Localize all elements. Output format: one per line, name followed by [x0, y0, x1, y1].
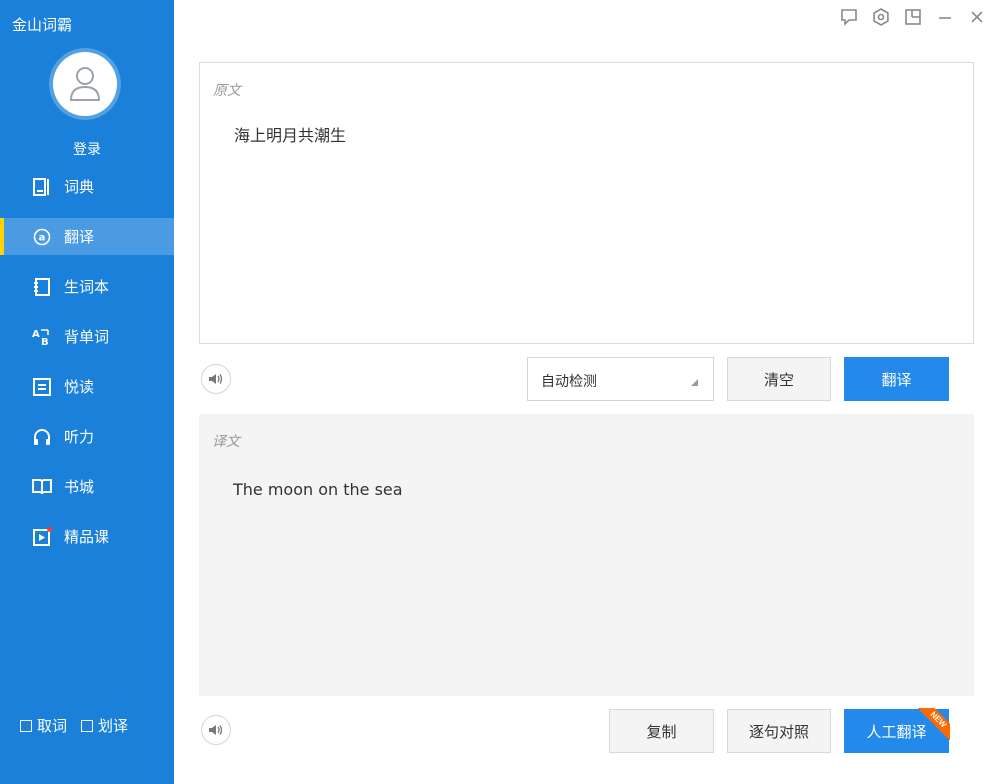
- sidebar: 金山词霸 登录 词典 a 翻译 生词本 AB 背单词 悦读 听力 书城 精品课 …: [0, 0, 174, 784]
- sidebar-item-listening[interactable]: 听力: [0, 418, 174, 455]
- select-translate-option[interactable]: 划译: [81, 715, 128, 736]
- language-select[interactable]: 自动检测: [527, 357, 714, 401]
- bookstore-icon: [32, 477, 52, 497]
- capture-word-checkbox[interactable]: [20, 719, 32, 732]
- dictionary-icon: [32, 177, 52, 197]
- sidebar-item-label: 悦读: [64, 378, 95, 396]
- avatar[interactable]: [53, 52, 117, 116]
- speaker-icon: [209, 725, 223, 735]
- svg-text:A: A: [32, 329, 40, 340]
- mini-mode-icon[interactable]: [903, 6, 923, 28]
- minimize-icon[interactable]: [935, 6, 955, 28]
- wordbook-icon: [32, 277, 52, 297]
- language-select-value: 自动检测: [541, 374, 597, 390]
- sidebar-item-bookstore[interactable]: 书城: [0, 468, 174, 505]
- clear-button[interactable]: 清空: [727, 357, 831, 401]
- sidebar-item-label: 背单词: [64, 328, 110, 346]
- translate-button[interactable]: 翻译: [844, 357, 949, 401]
- sidebar-item-translate[interactable]: a 翻译: [0, 218, 174, 255]
- source-label: 原文: [213, 83, 241, 99]
- source-speaker-button[interactable]: [201, 364, 231, 394]
- window-controls: [839, 6, 987, 28]
- sidebar-item-dictionary[interactable]: 词典: [0, 168, 174, 205]
- human-translation-button[interactable]: 人工翻译 NEW: [844, 708, 950, 753]
- svg-text:a: a: [39, 232, 46, 243]
- target-speaker-button[interactable]: [201, 715, 231, 745]
- translate-icon: a: [32, 227, 52, 247]
- feedback-icon[interactable]: [839, 6, 859, 28]
- reading-icon: [32, 377, 52, 397]
- select-translate-checkbox[interactable]: [81, 719, 94, 732]
- sidebar-item-label: 翻译: [64, 228, 95, 246]
- sidebar-item-label: 词典: [64, 178, 95, 196]
- close-icon[interactable]: [967, 6, 987, 28]
- ab-vocabulary-icon: AB: [32, 327, 52, 347]
- source-text[interactable]: 海上明月共潮生: [234, 122, 346, 146]
- sidebar-item-wordbook[interactable]: 生词本: [0, 268, 174, 305]
- app-title: 金山词霸: [12, 16, 73, 34]
- target-label: 译文: [212, 434, 240, 450]
- select-translate-label: 划译: [98, 717, 129, 735]
- sidebar-item-label: 精品课: [64, 528, 110, 546]
- sentence-compare-button[interactable]: 逐句对照: [727, 709, 831, 753]
- svg-text:B: B: [41, 337, 49, 346]
- translation-text[interactable]: The moon on the sea: [233, 480, 403, 499]
- new-badge-text: NEW: [918, 708, 950, 740]
- sidebar-item-vocabulary[interactable]: AB 背单词: [0, 318, 174, 355]
- sidebar-item-label: 生词本: [64, 278, 110, 296]
- sidebar-item-label: 书城: [64, 478, 95, 496]
- settings-icon[interactable]: [871, 6, 891, 28]
- course-play-icon: [32, 526, 52, 547]
- sidebar-options: 取词 划译: [20, 715, 128, 736]
- sidebar-item-label: 听力: [64, 428, 95, 446]
- login-link[interactable]: 登录: [0, 139, 174, 159]
- notification-dot: [47, 526, 52, 532]
- new-badge: NEW: [918, 708, 950, 740]
- copy-button[interactable]: 复制: [609, 709, 714, 753]
- dropdown-arrow-icon: [691, 379, 698, 386]
- source-text-input[interactable]: 原文 海上明月共潮生: [199, 62, 974, 344]
- user-icon: [69, 67, 101, 101]
- headphones-icon: [32, 427, 52, 447]
- capture-word-label: 取词: [37, 717, 68, 735]
- translation-output: 译文 The moon on the sea: [199, 414, 974, 696]
- sidebar-nav: 词典 a 翻译 生词本 AB 背单词 悦读 听力 书城 精品课: [0, 168, 174, 568]
- speaker-icon: [209, 374, 223, 384]
- sidebar-item-course[interactable]: 精品课: [0, 518, 174, 555]
- sidebar-item-reading[interactable]: 悦读: [0, 368, 174, 405]
- capture-word-option[interactable]: 取词: [20, 715, 67, 736]
